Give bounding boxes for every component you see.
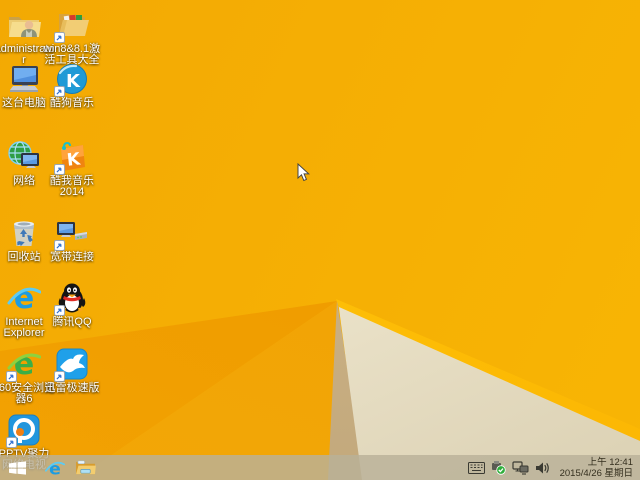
kuwo-music-icon: K — [54, 140, 89, 175]
windows-logo-icon — [8, 460, 26, 475]
internet-explorer-icon: e — [7, 281, 41, 315]
desktop-icon-thunder[interactable]: 迅雷极速版 — [45, 347, 100, 394]
shortcut-arrow-icon — [54, 240, 65, 251]
shortcut-arrow-icon — [6, 371, 17, 382]
desktop-icon-kuwo-music[interactable]: K 酷我音乐2014 — [48, 140, 96, 198]
desktop-icon-kugou-music[interactable]: K 酷狗音乐 — [48, 62, 96, 109]
user-folder-icon — [7, 8, 41, 42]
desktop-icon-label: 迅雷极速版 — [44, 382, 100, 394]
recycle-bin-icon — [7, 216, 41, 250]
safely-remove-hardware-icon[interactable] — [490, 459, 507, 476]
touch-keyboard-icon[interactable] — [467, 459, 485, 476]
shortcut-arrow-icon — [54, 371, 65, 382]
network-status-icon[interactable] — [511, 459, 529, 476]
desktop-icon-label: 宽带连接 — [50, 251, 94, 263]
internet-explorer-icon: e — [45, 459, 65, 478]
taskbar-internet-explorer-button[interactable]: e — [40, 455, 70, 480]
clock-date: 2015/4/26 星期日 — [559, 467, 633, 479]
broadband-connection-icon — [54, 216, 89, 251]
computer-icon — [7, 62, 41, 96]
clock-time: 上午 12:41 — [587, 456, 633, 468]
start-button[interactable] — [2, 455, 32, 480]
thunder-bird-icon — [54, 347, 89, 382]
desktop-icon-label: 腾讯QQ — [52, 316, 92, 328]
shortcut-arrow-icon — [54, 86, 65, 97]
shortcut-arrow-icon — [54, 32, 65, 43]
desktop-icon-network[interactable]: 网络 — [0, 140, 48, 187]
qq-penguin-icon — [54, 281, 89, 316]
desktop-icon-internet-explorer[interactable]: e Internet Explorer — [0, 281, 48, 339]
svg-text:e: e — [14, 281, 34, 315]
pptv-icon — [6, 413, 41, 448]
shortcut-arrow-icon — [54, 305, 65, 316]
taskbar-file-explorer-button[interactable] — [70, 455, 100, 480]
desktop-icon-broadband-connection[interactable]: 宽带连接 — [48, 216, 96, 263]
desktop-icon-360-browser[interactable]: e 360安全浏览器6 — [0, 347, 55, 405]
taskbar: e 上午 12:41 2015/4/26 星期日 — [0, 455, 640, 480]
shortcut-arrow-icon — [6, 437, 17, 448]
file-explorer-icon — [75, 460, 96, 475]
kugou-music-icon: K — [54, 62, 89, 97]
open-folder-icon — [54, 8, 89, 43]
volume-icon[interactable] — [534, 459, 551, 476]
desktop-icon-label: 酷狗音乐 — [50, 97, 94, 109]
shortcut-arrow-icon — [54, 164, 65, 175]
desktop-icon-tencent-qq[interactable]: 腾讯QQ — [48, 281, 96, 328]
360-browser-icon: e — [6, 347, 41, 382]
svg-text:K: K — [66, 71, 81, 92]
desktop-icon-win8-activation-tools[interactable]: win8&8.1激活工具大全 — [44, 8, 100, 66]
taskbar-clock[interactable]: 上午 12:41 2015/4/26 星期日 — [560, 457, 633, 479]
network-globe-icon — [7, 140, 41, 174]
desktop-icon-label: 酷我音乐2014 — [50, 175, 94, 198]
desktop: Administrator 这台电脑 — [0, 0, 640, 480]
system-tray: 上午 12:41 2015/4/26 星期日 — [467, 455, 638, 480]
